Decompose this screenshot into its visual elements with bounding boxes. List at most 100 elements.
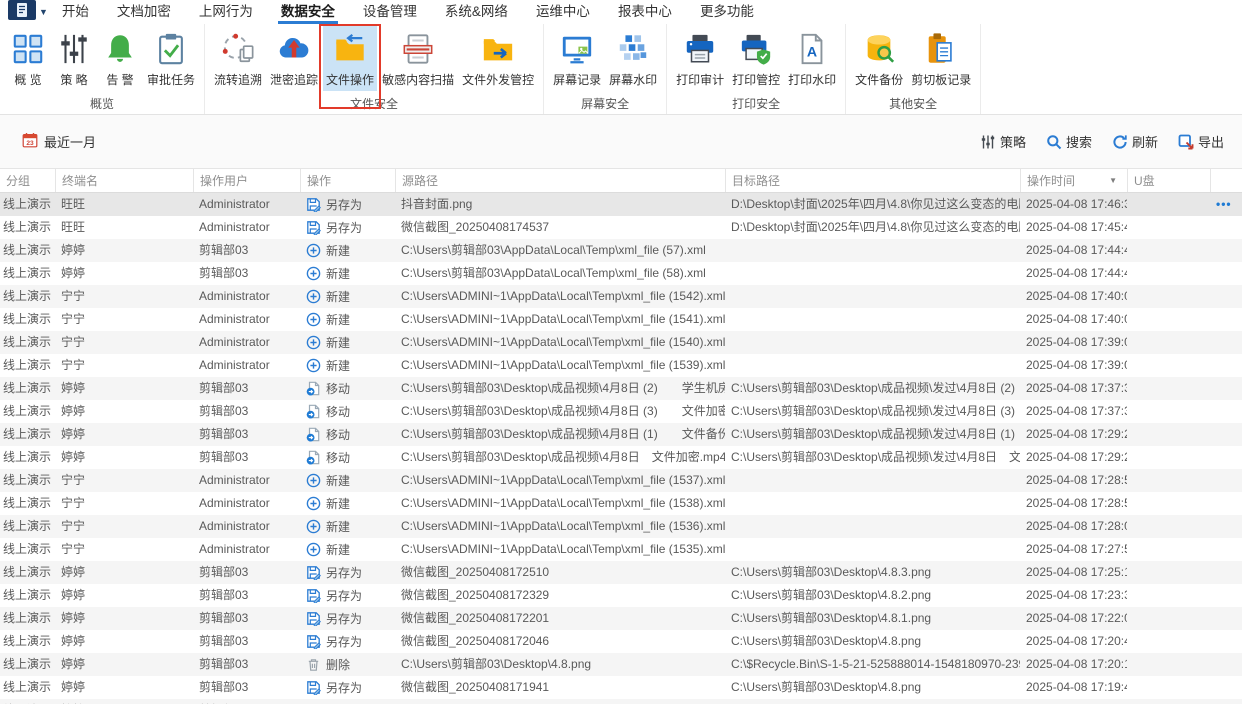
ribbon-button-leak-trace[interactable]: 泄密追踪 bbox=[267, 26, 321, 91]
cell-user: 剪辑部03 bbox=[199, 565, 249, 579]
table-row[interactable]: 线上演示 旺旺 Administrator 另存为 抖音封面.png D:\Desktop… bbox=[0, 193, 1242, 216]
column-header-usb[interactable]: U盘 bbox=[1127, 169, 1210, 192]
table-row[interactable]: 线上演示婷婷剪辑部03另存为 bbox=[0, 699, 1242, 704]
cell-usb bbox=[1127, 423, 1210, 446]
column-header-source[interactable]: 源路径 bbox=[395, 169, 725, 192]
column-filter-icon[interactable]: ▼ bbox=[1109, 176, 1121, 185]
cell-terminal: 婷婷 bbox=[61, 588, 86, 602]
ribbon-button-file-operations[interactable]: 文件操作 bbox=[319, 24, 382, 109]
print-audit-icon bbox=[681, 28, 719, 70]
cell-source: C:\Users\ADMINI~1\AppData\Local\Temp\xml… bbox=[401, 542, 725, 556]
ribbon-button-print-control[interactable]: 打印管控 bbox=[729, 26, 783, 91]
table-row[interactable]: 线上演示 婷婷 剪辑部03 另存为 微信截图_20250408172201 C:\User… bbox=[0, 607, 1242, 630]
table-row[interactable]: 线上演示 婷婷 剪辑部03 新建 C:\Users\剪辑部03\AppData\Loca… bbox=[0, 239, 1242, 262]
ribbon-button-screen-record[interactable]: 屏幕记录 bbox=[550, 26, 604, 91]
ribbon-button-approval-tasks[interactable]: 审批任务 bbox=[144, 26, 198, 91]
menu-tabs: 开始 文档加密 上网行为 数据安全 设备管理 系统&网络 运维中心 报表中心 更多功能 bbox=[48, 0, 768, 24]
column-header-group[interactable]: 分组 bbox=[0, 169, 55, 192]
cell-op: 移动 bbox=[300, 423, 395, 446]
cell-user: 剪辑部03 bbox=[199, 381, 249, 395]
cell-op: 移动 bbox=[300, 446, 395, 469]
menu-tab-device-mgmt[interactable]: 设备管理 bbox=[363, 0, 417, 24]
cell-op: 另存为 bbox=[300, 699, 395, 704]
cell-group: 线上演示 bbox=[3, 496, 52, 510]
cell-target: C:\Users\剪辑部03\Desktop\成品视频\发过\4月8日 (3) … bbox=[731, 404, 1020, 418]
column-header-op[interactable]: 操作 bbox=[300, 169, 395, 192]
cell-target: C:\Users\剪辑部03\Desktop\成品视频\发过\4月8日 文件加.… bbox=[731, 450, 1020, 464]
cell-terminal: 婷婷 bbox=[61, 565, 86, 579]
menu-tab-doc-encrypt[interactable]: 文档加密 bbox=[117, 0, 171, 24]
cell-filler: ••• bbox=[1210, 193, 1242, 216]
cell-source: 微信截图_20250408172329 bbox=[401, 588, 550, 602]
table-row[interactable]: 线上演示 婷婷 剪辑部03 另存为 微信截图_20250408172046 C:\User… bbox=[0, 630, 1242, 653]
ribbon-button-print-audit[interactable]: 打印审计 bbox=[673, 26, 727, 91]
cell-filler bbox=[1210, 607, 1242, 630]
table-row[interactable]: 线上演示 婷婷 剪辑部03 移动 C:\Users\剪辑部03\Desktop\成品视频… bbox=[0, 400, 1242, 423]
cell-group: 线上演示 bbox=[3, 657, 52, 671]
ribbon-group-file-security: 流转追溯 泄密追踪 文件操作 敏感内容扫描 文件外发管控 文件安全 bbox=[205, 24, 545, 114]
table-row[interactable]: 线上演示 婷婷 剪辑部03 移动 C:\Users\剪辑部03\Desktop\成品视频… bbox=[0, 423, 1242, 446]
table-row[interactable]: 线上演示 宁宁 Administrator 新建 C:\Users\ADMINI~1\A… bbox=[0, 308, 1242, 331]
cell-time: 2025-04-08 17:28:59 bbox=[1026, 473, 1127, 487]
table-row[interactable]: 线上演示 宁宁 Administrator 新建 C:\Users\ADMINI~1\A… bbox=[0, 515, 1242, 538]
table-row[interactable]: 线上演示 婷婷 剪辑部03 新建 C:\Users\剪辑部03\AppData\Loca… bbox=[0, 262, 1242, 285]
cell-filler bbox=[1210, 561, 1242, 584]
menu-tab-ops-center[interactable]: 运维中心 bbox=[536, 0, 590, 24]
ribbon-button-overview[interactable]: 概 览 bbox=[6, 26, 50, 91]
table-row[interactable]: 线上演示 旺旺 Administrator 另存为 微信截图_2025040817453… bbox=[0, 216, 1242, 239]
cell-time: 2025-04-08 17:44:45 bbox=[1026, 243, 1127, 257]
column-header-terminal[interactable]: 终端名 bbox=[55, 169, 193, 192]
ribbon-button-policy[interactable]: 策 略 bbox=[52, 26, 96, 91]
table-row[interactable]: 线上演示 宁宁 Administrator 新建 C:\Users\ADMINI~1\A… bbox=[0, 331, 1242, 354]
table-row[interactable]: 线上演示 婷婷 剪辑部03 另存为 微信截图_20250408171941 C:\User… bbox=[0, 676, 1242, 699]
policy-button[interactable]: 策略 bbox=[980, 132, 1026, 151]
table-row[interactable]: 线上演示 婷婷 剪辑部03 移动 C:\Users\剪辑部03\Desktop\成品视频… bbox=[0, 377, 1242, 400]
cell-time: 2025-04-08 17:37:39 bbox=[1026, 381, 1127, 395]
refresh-button[interactable]: 刷新 bbox=[1112, 132, 1158, 151]
export-button[interactable]: 导出 bbox=[1178, 132, 1224, 151]
menu-tab-more-features[interactable]: 更多功能 bbox=[700, 0, 754, 24]
menu-tab-data-security[interactable]: 数据安全 bbox=[277, 0, 338, 24]
row-actions-button[interactable]: ••• bbox=[1216, 197, 1232, 211]
table-row[interactable]: 线上演示 婷婷 剪辑部03 删除 C:\Users\剪辑部03\Desktop\4.8.… bbox=[0, 653, 1242, 676]
operation-label: 另存为 bbox=[326, 221, 363, 235]
date-range-filter[interactable]: 23 最近一月 bbox=[22, 132, 96, 151]
cell-terminal: 宁宁 bbox=[61, 335, 86, 349]
cell-usb bbox=[1127, 699, 1210, 704]
column-header-time[interactable]: 操作时间 ▼ bbox=[1020, 169, 1127, 192]
cell-source: 微信截图_20250408172201 bbox=[401, 611, 550, 625]
new-operation-icon bbox=[306, 358, 321, 373]
new-operation-icon bbox=[306, 519, 321, 534]
cell-source: C:\Users\剪辑部03\Desktop\成品视频\4月8日 文件加密.mp… bbox=[401, 450, 725, 464]
table-row[interactable]: 线上演示 宁宁 Administrator 新建 C:\Users\ADMINI~1\A… bbox=[0, 538, 1242, 561]
ribbon-button-sensitive-content-scan[interactable]: 敏感内容扫描 bbox=[379, 26, 457, 91]
ribbon-button-print-watermark[interactable]: A 打印水印 bbox=[785, 26, 839, 91]
ribbon-button-screen-watermark[interactable]: 屏幕水印 bbox=[606, 26, 660, 91]
new-operation-icon bbox=[306, 289, 321, 304]
table-row[interactable]: 线上演示 宁宁 Administrator 新建 C:\Users\ADMINI~1\A… bbox=[0, 354, 1242, 377]
menu-tab-system-network[interactable]: 系统&网络 bbox=[445, 0, 508, 24]
menu-tab-home[interactable]: 开始 bbox=[62, 0, 89, 24]
table-row[interactable]: 线上演示 婷婷 剪辑部03 移动 C:\Users\剪辑部03\Desktop\成品视频… bbox=[0, 446, 1242, 469]
ribbon-button-clipboard-record[interactable]: 剪切板记录 bbox=[908, 26, 974, 91]
table-row[interactable]: 线上演示 宁宁 Administrator 新建 C:\Users\ADMINI~1\A… bbox=[0, 285, 1242, 308]
cell-time: 2025-04-08 17:39:03 bbox=[1026, 335, 1127, 349]
table-row[interactable]: 线上演示 宁宁 Administrator 新建 C:\Users\ADMINI~1\A… bbox=[0, 469, 1242, 492]
ribbon-button-file-outgoing-control[interactable]: 文件外发管控 bbox=[459, 26, 537, 91]
ribbon-button-file-backup[interactable]: 文件备份 bbox=[852, 26, 906, 91]
column-header-target[interactable]: 目标路径 bbox=[725, 169, 1020, 192]
table-row[interactable]: 线上演示 宁宁 Administrator 新建 C:\Users\ADMINI~1\A… bbox=[0, 492, 1242, 515]
ribbon-button-alert[interactable]: 告 警 bbox=[98, 26, 142, 91]
cell-time: 2025-04-08 17:28:59 bbox=[1026, 496, 1127, 510]
menu-tab-report-center[interactable]: 报表中心 bbox=[618, 0, 672, 24]
alert-icon bbox=[101, 28, 139, 70]
ribbon-button-flow-trace[interactable]: 流转追溯 bbox=[211, 26, 265, 91]
table-row[interactable]: 线上演示 婷婷 剪辑部03 另存为 微信截图_20250408172329 C:\User… bbox=[0, 584, 1242, 607]
search-button[interactable]: 搜索 bbox=[1046, 132, 1092, 151]
cell-user: 剪辑部03 bbox=[199, 588, 249, 602]
app-menu-button[interactable]: ▼ bbox=[8, 0, 48, 23]
column-header-user[interactable]: 操作用户 bbox=[193, 169, 300, 192]
table-row[interactable]: 线上演示 婷婷 剪辑部03 另存为 微信截图_20250408172510 C:\User… bbox=[0, 561, 1242, 584]
ribbon-button-label: 文件操作 bbox=[326, 73, 375, 87]
menu-tab-web-behavior[interactable]: 上网行为 bbox=[199, 0, 253, 24]
